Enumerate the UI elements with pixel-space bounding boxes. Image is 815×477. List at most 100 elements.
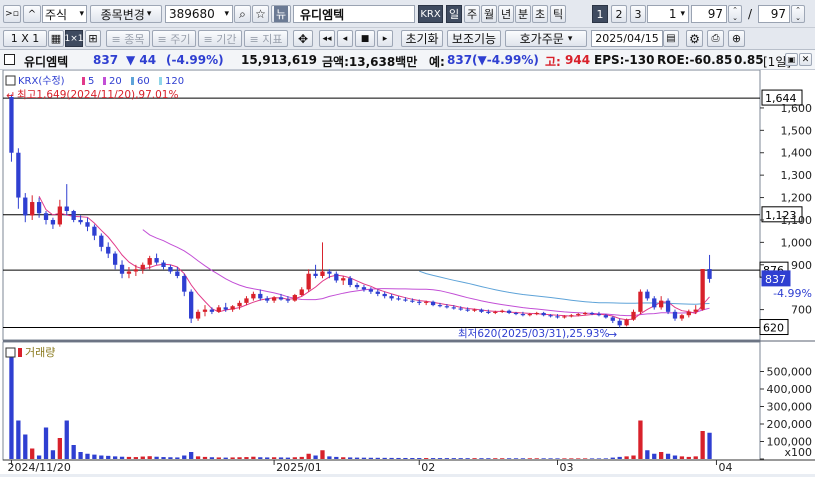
indicator-button[interactable]: ≡ 지표 — [244, 30, 288, 47]
candle-body — [589, 312, 595, 315]
period-tab-label: 일 — [448, 8, 460, 21]
volume-bar — [396, 457, 401, 459]
exchange-badge[interactable]: KRX — [418, 5, 443, 23]
page-total: 97 — [770, 7, 786, 21]
search-button[interactable]: ⌕ — [234, 5, 251, 23]
volume-bar — [292, 457, 297, 459]
period-tab-2[interactable]: 월 — [481, 5, 497, 23]
chart-count-tab-1[interactable]: 2 — [611, 5, 627, 23]
info-checkbox[interactable] — [4, 54, 15, 65]
volume-legend-checkbox[interactable] — [5, 347, 16, 358]
layout-1x1-button[interactable]: 1 X 1 — [3, 30, 47, 47]
change-stock-button[interactable]: 종목변경 ▾ — [90, 5, 162, 23]
volume-bar — [638, 420, 643, 459]
grid-table-button[interactable]: ▦ — [48, 30, 64, 47]
period-tab-5[interactable]: 초 — [532, 5, 548, 23]
prev-icon: ◂ — [342, 33, 348, 44]
calendar-button[interactable]: ▤ — [663, 30, 679, 47]
price-legend-checkbox[interactable] — [5, 75, 16, 86]
candle-body — [147, 258, 152, 265]
chart-toolbar: 1 X 1 ▦ 1×1 ⊞ ≡ 종목 ≡ 주기 ≡ 기간 ≡ 지표 ✥ ◂◂ ◂… — [0, 28, 815, 50]
page-total-stepper[interactable]: ⌃ ⌄ — [791, 5, 805, 23]
volume-bar — [410, 458, 415, 459]
page-input[interactable]: 97 — [691, 5, 727, 23]
candle-body — [472, 309, 477, 311]
print-button[interactable]: ⎙ — [707, 30, 724, 47]
candle-body — [133, 269, 139, 272]
market-value: 주식 — [45, 7, 68, 22]
news-button[interactable]: 뉴 — [271, 5, 291, 23]
ma-legend-label: 20 — [109, 76, 122, 87]
volume-bar — [527, 458, 532, 459]
up-arrow-button[interactable]: ^ — [23, 5, 41, 23]
chart-count-tab-0[interactable]: 1 — [592, 5, 608, 23]
volume-bar — [686, 456, 691, 459]
page-stepper[interactable]: ⌃ ⌄ — [728, 5, 742, 23]
scroll-next-button[interactable]: ▸ — [377, 30, 393, 47]
info-high-label: 고: — [545, 55, 561, 69]
volume-bar — [36, 455, 42, 459]
period-tab-1[interactable]: 주 — [464, 5, 480, 23]
scroll-prev-button[interactable]: ◂ — [337, 30, 353, 47]
candle-body — [417, 301, 422, 303]
favorite-button[interactable]: ☆ — [252, 5, 269, 23]
market-select[interactable]: 주식 ▾ — [42, 5, 87, 23]
chevron-down-icon: ▾ — [146, 9, 152, 19]
candle-body — [679, 315, 685, 319]
cycle-button[interactable]: ≡ 주기 — [152, 30, 196, 47]
export-button[interactable]: ⊕ — [728, 30, 745, 47]
period-range-button[interactable]: ≡ 기간 — [198, 30, 242, 47]
reset-button[interactable]: 초기화 — [401, 30, 443, 47]
candle-body — [389, 296, 394, 299]
volume-bar — [9, 357, 14, 459]
volume-bar — [707, 432, 712, 459]
close-button[interactable]: ✕ — [799, 53, 812, 66]
scroll-first-button[interactable]: ◂◂ — [319, 30, 335, 47]
ma-legend-label: 120 — [165, 76, 184, 87]
candle-body — [334, 273, 339, 281]
collapse-button[interactable]: >▫ — [3, 5, 21, 23]
stop-button[interactable]: ■ — [355, 30, 375, 47]
candle-body — [92, 226, 97, 236]
period-tab-6[interactable]: 틱 — [550, 5, 566, 23]
date-input[interactable]: 2025/04/15 — [591, 30, 663, 47]
ma-legend-swatch — [82, 77, 85, 85]
items-button[interactable]: ≡ 종목 — [106, 30, 150, 47]
price-chart-area[interactable]: 1,6441,123876837620-4.99% 1,6001,5001,40… — [0, 69, 815, 474]
volume-bar — [659, 452, 664, 459]
maximize-button[interactable]: ▣ — [785, 53, 798, 66]
aux-function-button[interactable]: 보조기능 — [447, 30, 501, 47]
period-tab-3[interactable]: 년 — [498, 5, 514, 23]
ma-legend-label: 5 — [88, 76, 94, 87]
single-layout-button[interactable]: 1×1 — [65, 30, 84, 47]
split-layout-button[interactable]: ⊞ — [85, 30, 101, 47]
period-tab-4[interactable]: 분 — [515, 5, 531, 23]
chart-svg: 1,6441,123876837620-4.99% 1,6001,5001,40… — [2, 69, 815, 474]
count-select[interactable]: 1 ▾ — [647, 5, 689, 23]
candle-body — [320, 271, 325, 276]
order-button[interactable]: 호가주문 ▾ — [505, 30, 587, 47]
candle-body — [85, 222, 90, 227]
export-icon: ⊕ — [731, 32, 742, 45]
settings-button[interactable]: ⚙ — [686, 30, 703, 47]
move-button[interactable]: ✥ — [293, 30, 313, 47]
candle-body — [237, 302, 242, 307]
period-tab-0[interactable]: 일 — [446, 5, 462, 23]
stock-name-display: 유디엠텍 — [293, 5, 415, 23]
volume-bar — [465, 458, 470, 459]
page-total-field[interactable]: 97 — [758, 5, 790, 23]
price-legend-title: KRX(수정) — [18, 75, 65, 87]
volume-bar — [582, 458, 588, 459]
stock-code-input[interactable]: 389680 ▾ — [165, 5, 233, 23]
candle-body — [700, 269, 705, 310]
period-tab-label: 틱 — [552, 8, 564, 21]
volume-bar — [265, 457, 270, 459]
chart-count-tab-2[interactable]: 3 — [630, 5, 646, 23]
candle-body — [500, 310, 505, 312]
candle-body — [430, 301, 436, 306]
volume-bar — [493, 458, 498, 459]
candle-body — [30, 202, 35, 216]
volume-legend-title: 거래량 — [25, 346, 55, 359]
skip-back-icon: ◂◂ — [322, 33, 332, 44]
volume-panel-frame — [2, 341, 761, 461]
